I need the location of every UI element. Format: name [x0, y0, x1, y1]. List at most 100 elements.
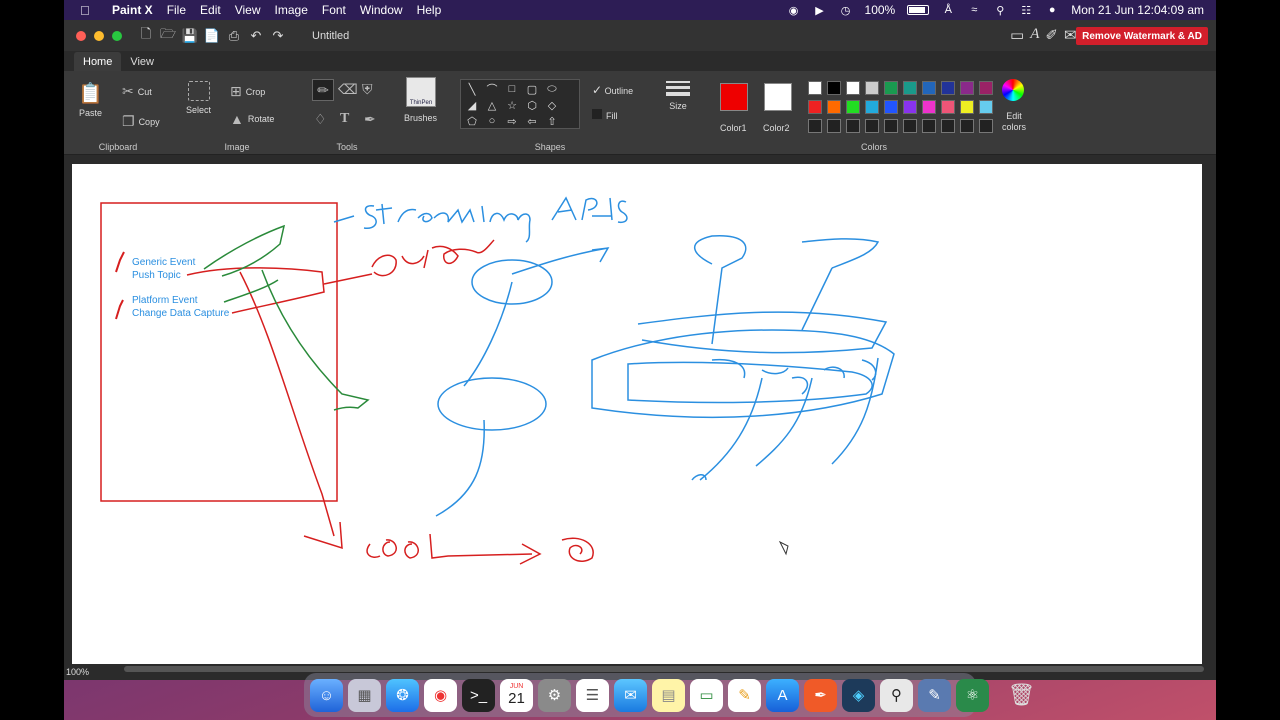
star-shape-icon[interactable]: ☆ [505, 98, 519, 112]
brushes-button[interactable]: Brushes [404, 113, 437, 123]
app-store-icon[interactable]: A [766, 678, 799, 712]
shapes-gallery[interactable]: ╲ ⌒ □ ▢ ⬭ ◢ △ ☆ ⬡ ◇ ⬠ ○ ⇨ ⇦ ⇧ [460, 79, 580, 129]
save-as-icon[interactable]: 📄 [204, 28, 220, 44]
custom-color-slot[interactable] [979, 119, 993, 133]
ellipse-shape-icon[interactable]: ⬭ [545, 82, 559, 96]
open-folder-icon[interactable]: 🗁 [160, 26, 176, 44]
horizontal-scrollbar[interactable] [124, 666, 1204, 672]
fill-option[interactable]: Fill [592, 109, 618, 121]
brush-selector[interactable]: ThinPen [406, 77, 436, 107]
custom-color-slot[interactable] [903, 119, 917, 133]
play-icon[interactable]: ▶ [813, 3, 827, 17]
palette-swatch[interactable] [808, 81, 822, 95]
copy-button[interactable]: ❐ Copy [122, 113, 160, 130]
tab-view[interactable]: View [121, 52, 163, 71]
clock[interactable]: Mon 21 Jun 12:04:09 am [1071, 3, 1204, 17]
paint-x-icon[interactable]: ✎ [918, 678, 951, 712]
paint-bucket-tool[interactable]: ♢ [314, 111, 327, 128]
close-window-button[interactable] [76, 30, 86, 41]
palette-swatch[interactable] [903, 81, 917, 95]
text-tool[interactable]: T [340, 111, 349, 127]
zoom-window-button[interactable] [112, 30, 122, 41]
palette-swatch[interactable] [808, 100, 822, 114]
circle-shape-icon[interactable]: ○ [485, 114, 499, 128]
palette-swatch[interactable] [941, 81, 955, 95]
right-triangle-shape-icon[interactable]: ◢ [465, 98, 479, 112]
menu-font[interactable]: Font [322, 3, 346, 17]
custom-color-slot[interactable] [808, 119, 822, 133]
reminders-icon[interactable]: ☰ [576, 678, 609, 712]
pentagon-shape-icon[interactable]: ⬠ [465, 114, 479, 128]
arrow-left-shape-icon[interactable]: ⇦ [525, 114, 539, 128]
text-tool-icon[interactable]: ✐ [1045, 26, 1058, 44]
search-icon[interactable]: ⚲ [993, 3, 1007, 17]
finder-icon[interactable]: ☺ [310, 678, 343, 712]
color-wheel-icon[interactable] [1002, 79, 1024, 101]
battery-icon[interactable] [907, 5, 930, 15]
system-preferences-icon[interactable]: ⚙ [538, 678, 571, 712]
menu-image[interactable]: Image [275, 3, 308, 17]
tab-home[interactable]: Home [74, 52, 122, 71]
record-stop-icon[interactable]: ◉ [787, 3, 801, 17]
palette-swatch[interactable] [865, 100, 879, 114]
custom-color-slot[interactable] [865, 119, 879, 133]
remove-watermark-button[interactable]: Remove Watermark & AD [1076, 27, 1208, 45]
launchpad-icon[interactable]: ▦ [348, 678, 381, 712]
user-avatar-icon[interactable]: ● [1045, 3, 1059, 17]
bluetooth-icon[interactable]: Å [941, 3, 955, 17]
custom-color-slot[interactable] [922, 119, 936, 133]
rounded-rect-shape-icon[interactable]: ▢ [525, 82, 539, 96]
menu-edit[interactable]: Edit [200, 3, 221, 17]
fill-tool[interactable]: ⛨ [362, 81, 373, 98]
palette-swatch[interactable] [960, 81, 974, 95]
save-icon[interactable]: 💾 [182, 28, 198, 44]
paste-button[interactable]: 📋 Paste [78, 81, 103, 118]
edit-colors-button[interactable]: Edit colors [998, 111, 1030, 133]
new-file-icon[interactable]: 🗋 [138, 26, 154, 44]
quicktime-icon[interactable]: ⚲ [880, 678, 913, 712]
mail-icon[interactable]: ✉ [1064, 26, 1077, 44]
custom-color-slot[interactable] [960, 119, 974, 133]
arrow-right-shape-icon[interactable]: ⇨ [505, 114, 519, 128]
pages-icon[interactable]: ✎ [728, 678, 761, 712]
palette-swatch[interactable] [941, 100, 955, 114]
custom-color-slot[interactable] [827, 119, 841, 133]
palette-swatch[interactable] [865, 81, 879, 95]
palette-swatch[interactable] [922, 81, 936, 95]
mail-app-icon[interactable]: ✉ [614, 678, 647, 712]
hexagon-shape-icon[interactable]: ⬡ [525, 98, 539, 112]
chrome-icon[interactable]: ◉ [424, 678, 457, 712]
window-layout-icon[interactable]: ▭ [1010, 26, 1024, 44]
palette-swatch[interactable] [979, 81, 993, 95]
line-shape-icon[interactable]: ╲ [465, 82, 479, 96]
menu-file[interactable]: File [167, 3, 186, 17]
menu-view[interactable]: View [235, 3, 261, 17]
curve-shape-icon[interactable]: ⌒ [485, 82, 499, 96]
palette-swatch[interactable] [827, 81, 841, 95]
control-center-icon[interactable]: ☷ [1019, 3, 1033, 17]
apple-menu-icon[interactable]:  [80, 3, 102, 18]
zoom-level[interactable]: 100% [66, 667, 89, 677]
palette-swatch[interactable] [922, 100, 936, 114]
redo-icon[interactable]: ↷ [270, 28, 286, 44]
palette-swatch[interactable] [884, 81, 898, 95]
palette-swatch[interactable] [903, 100, 917, 114]
calendar-icon[interactable]: JUN 21 [500, 678, 533, 712]
pencil-tool[interactable]: ✏ [312, 79, 334, 101]
select-button[interactable]: Select [186, 81, 211, 115]
safari-icon[interactable]: ❂ [386, 678, 419, 712]
size-button[interactable]: Size [666, 81, 690, 111]
minimize-window-button[interactable] [94, 30, 104, 41]
color1-swatch[interactable] [720, 83, 748, 111]
palette-swatch[interactable] [979, 100, 993, 114]
eraser-tool[interactable]: ⌫ [338, 81, 358, 98]
app-menu[interactable]: Paint X [112, 3, 153, 17]
undo-icon[interactable]: ↶ [248, 28, 264, 44]
outline-option[interactable]: ✓ Outline [592, 83, 633, 97]
terminal-icon[interactable]: >_ [462, 678, 495, 712]
triangle-shape-icon[interactable]: △ [485, 98, 499, 112]
custom-color-slot[interactable] [941, 119, 955, 133]
crop-button[interactable]: ⊞ Crop [230, 83, 265, 100]
rotate-button[interactable]: ▲ Rotate [230, 111, 274, 127]
numbers-icon[interactable]: ▭ [690, 678, 723, 712]
